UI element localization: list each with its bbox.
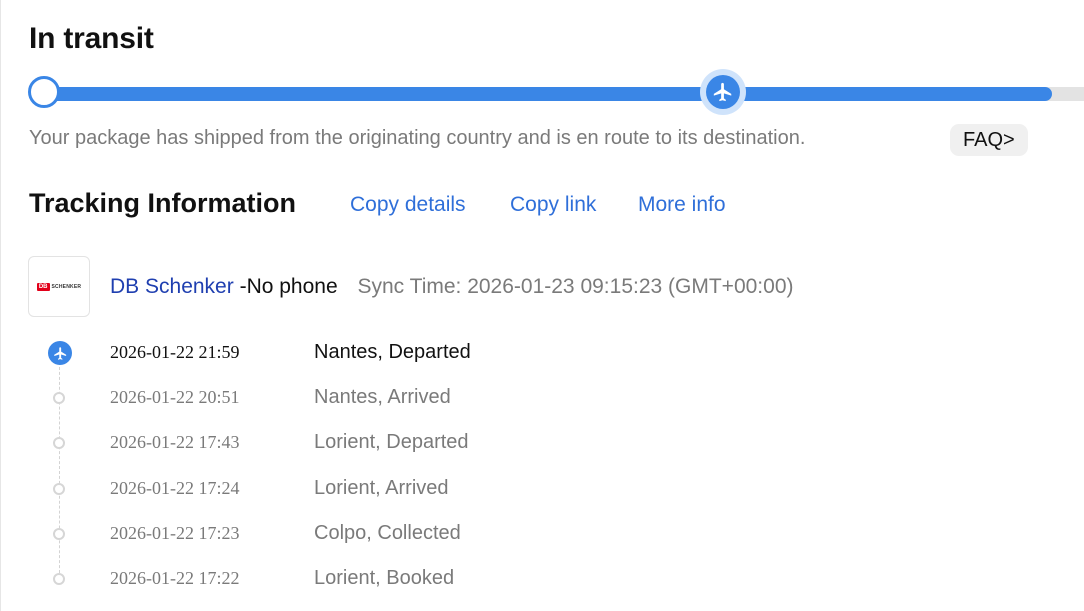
dot-icon [53,483,65,495]
event-location: Lorient, Arrived [314,477,449,499]
event-location: Nantes, Departed [314,341,471,363]
dot-icon [53,528,65,540]
progress-airplane-marker [700,69,746,115]
event-row: 2026-01-22 21:59 Nantes, Departed [0,338,1084,368]
event-location: Nantes, Arrived [314,386,451,408]
status-description: Your package has shipped from the origin… [29,127,806,149]
tracking-info-title: Tracking Information [29,188,297,218]
copy-details-link[interactable]: Copy details [350,193,466,217]
progress-fill [31,87,1052,101]
event-time: 2026-01-22 20:51 [110,387,240,407]
event-location: Lorient, Departed [314,431,469,453]
progress-start-marker [28,76,60,108]
dot-icon [53,437,65,449]
event-time: 2026-01-22 17:24 [110,478,240,498]
event-time: 2026-01-22 17:22 [110,568,240,588]
carrier-row: DB Schenker -No phone Sync Time: 2026-01… [110,275,794,299]
carrier-name-link[interactable]: DB Schenker [110,275,234,298]
event-row: 2026-01-22 17:23 Colpo, Collected [0,519,1084,549]
more-info-link[interactable]: More info [638,193,726,217]
event-location: Lorient, Booked [314,567,455,589]
dot-icon [53,573,65,585]
event-row: 2026-01-22 17:43 Lorient, Departed [0,428,1084,458]
event-row: 2026-01-22 17:22 Lorient, Booked [0,564,1084,594]
event-row: 2026-01-22 17:24 Lorient, Arrived [0,474,1084,504]
event-time: 2026-01-22 21:59 [110,342,240,362]
event-row: 2026-01-22 20:51 Nantes, Arrived [0,383,1084,413]
sync-time: Sync Time: 2026-01-23 09:15:23 (GMT+00:0… [357,275,794,298]
airplane-icon [53,346,66,360]
event-time: 2026-01-22 17:43 [110,432,240,452]
status-title: In transit [29,22,154,55]
airplane-icon [713,82,732,102]
carrier-separator: - [239,275,247,298]
event-location: Colpo, Collected [314,522,461,544]
event-time: 2026-01-22 17:23 [110,523,240,543]
carrier-phone: No phone [246,275,338,298]
dot-icon [53,392,65,404]
event-active-marker [48,341,72,365]
copy-link-link[interactable]: Copy link [510,193,596,217]
faq-button[interactable]: FAQ> [950,124,1028,156]
carrier-logo-name: SCHENKER [51,283,82,290]
carrier-logo-brand: DB [36,282,50,291]
carrier-logo: DB SCHENKER [28,256,90,317]
